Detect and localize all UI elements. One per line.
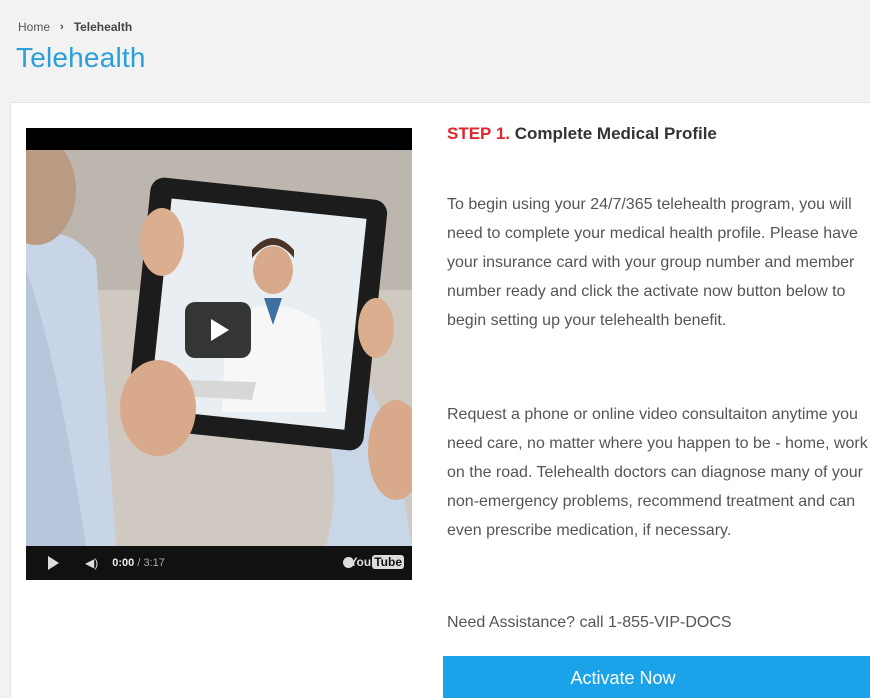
page-title: Telehealth (16, 42, 146, 73)
breadcrumb-current: Telehealth (73, 20, 133, 34)
consultation-paragraph: Request a phone or online video consulta… (447, 406, 870, 539)
intro-paragraph: To begin using your 24/7/365 telehealth … (447, 196, 858, 329)
breadcrumb-home-link[interactable]: Home (18, 20, 50, 34)
step-title: Complete Medical Profile (514, 124, 717, 143)
play-icon[interactable] (48, 556, 59, 570)
breadcrumb: Home › Telehealth (18, 20, 132, 34)
youtube-logo-you: You (349, 555, 372, 569)
assistance-text: Need Assistance? call 1-855-VIP-DOCS (447, 614, 732, 631)
current-time: 0:00 (112, 557, 135, 569)
step-number: STEP 1. (447, 124, 510, 143)
activate-now-button[interactable]: Activate Now (443, 656, 870, 698)
youtube-logo-tube: Tube (372, 555, 404, 569)
chevron-right-icon: › (60, 21, 64, 33)
activate-now-label: Activate Now (570, 668, 676, 688)
video-duration: / 3:17 (137, 557, 165, 569)
page: Home › Telehealth Telehealth ◀) 0:00 / 3… (0, 0, 870, 698)
step-heading: STEP 1. Complete Medical Profile (447, 124, 717, 144)
youtube-logo[interactable]: You Tube (349, 555, 404, 569)
video-controls: ◀) 0:00 / 3:17 You Tube (26, 546, 412, 580)
big-play-icon[interactable] (185, 302, 251, 358)
volume-icon[interactable]: ◀) (85, 556, 98, 570)
video-time: 0:00 / 3:17 (112, 557, 165, 569)
